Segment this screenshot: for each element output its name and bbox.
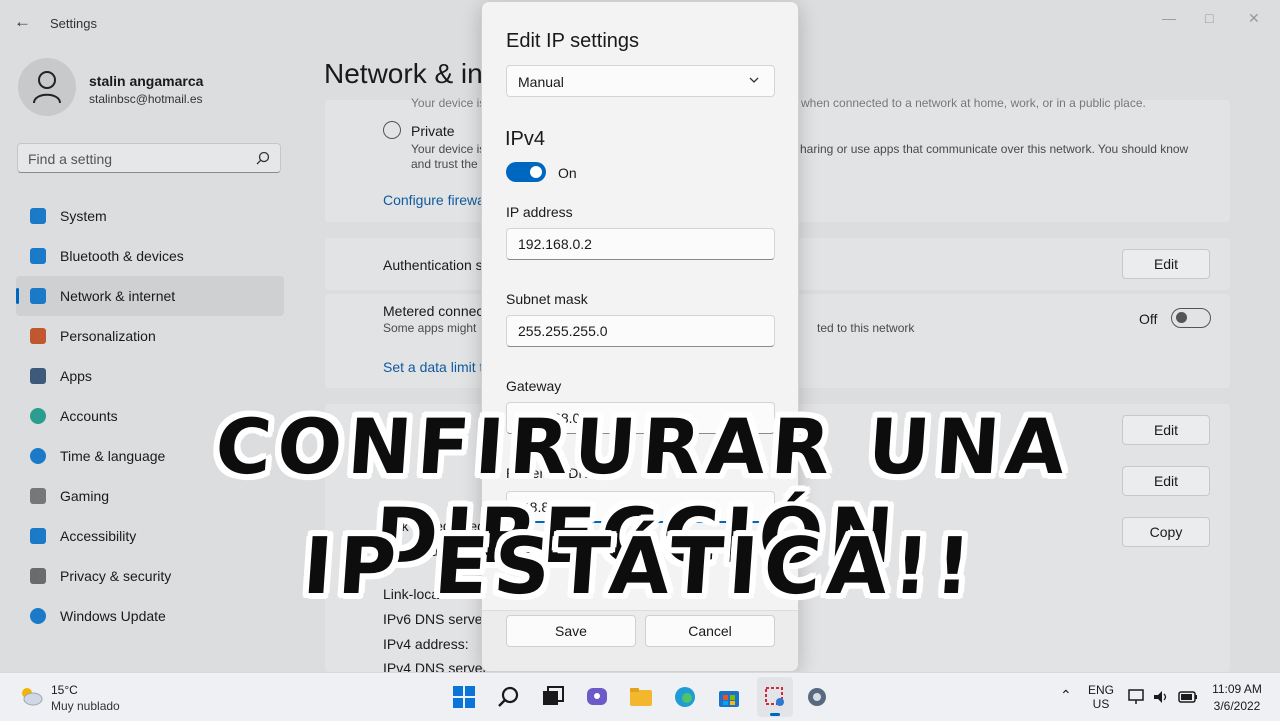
- sidebar-item-apps[interactable]: Apps: [16, 356, 284, 396]
- weather-temp: 15°C: [51, 683, 78, 697]
- search-input[interactable]: Find a setting: [17, 143, 281, 173]
- subnet-mask-value: 255.255.255.0: [518, 323, 608, 339]
- weather-status: Muy nublado: [51, 699, 120, 713]
- metered-desc-right: ted to this network: [817, 321, 915, 335]
- private-label: Private: [411, 123, 455, 139]
- sidebar-item-label: Personalization: [60, 328, 156, 344]
- cancel-button[interactable]: Cancel: [645, 615, 775, 647]
- close-icon[interactable]: ✕: [1248, 10, 1260, 27]
- avatar[interactable]: [18, 58, 76, 116]
- battery-icon[interactable]: [1178, 690, 1198, 704]
- wifi-icon: [30, 288, 46, 304]
- chevron-up-icon[interactable]: ⌃: [1060, 687, 1072, 704]
- edge-icon[interactable]: [673, 685, 697, 709]
- sidebar-item-label: Apps: [60, 368, 92, 384]
- taskbar: 15°C Muy nublado ⌃ ENG US 11:09 AM 3/6/2…: [0, 672, 1280, 721]
- gateway-label: Gateway: [506, 378, 562, 394]
- ipv4-address-label: IPv4 address:: [383, 636, 469, 652]
- bluetooth-icon: [30, 248, 46, 264]
- ip-address-label: IP address: [506, 204, 573, 220]
- cloudy-weather-icon[interactable]: [18, 685, 44, 707]
- store-icon[interactable]: [717, 685, 741, 709]
- metered-state: Off: [1139, 311, 1158, 327]
- private-radio[interactable]: [383, 121, 401, 139]
- sidebar-item-personalization[interactable]: Personalization: [16, 316, 284, 356]
- subnet-mask-field[interactable]: 255.255.255.0: [506, 315, 775, 347]
- selection-indicator: [16, 288, 19, 304]
- window-title: Settings: [50, 16, 97, 31]
- ipv4-header: IPv4: [505, 128, 546, 150]
- back-arrow-icon[interactable]: ←: [14, 12, 34, 32]
- clock-date: 3/6/2022: [1213, 699, 1261, 713]
- user-name: stalin angamarca: [89, 73, 204, 89]
- search-icon[interactable]: [497, 685, 521, 709]
- metered-desc: Some apps might: [383, 321, 477, 335]
- ipv4-toggle-label: On: [558, 165, 577, 181]
- file-explorer-icon[interactable]: [629, 685, 653, 709]
- maximize-icon[interactable]: □: [1205, 10, 1213, 26]
- monitor-icon: [30, 208, 46, 224]
- chat-icon[interactable]: [585, 685, 609, 709]
- chevron-down-icon: [749, 77, 759, 83]
- language-code: ENG: [1087, 683, 1114, 697]
- private-desc: Your device is: [411, 142, 486, 156]
- data-limit-link[interactable]: Set a data limit t: [383, 359, 483, 375]
- language-indicator[interactable]: ENG US: [1087, 683, 1115, 711]
- brush-icon: [30, 328, 46, 344]
- apps-icon: [30, 368, 46, 384]
- ip-mode-dropdown[interactable]: Manual: [506, 65, 775, 97]
- search-placeholder: Find a setting: [28, 151, 113, 167]
- ipv6-dns-label: IPv6 DNS server: [383, 611, 488, 627]
- private-desc-2: and trust the: [411, 157, 478, 171]
- auth-label: Authentication s: [383, 257, 483, 273]
- public-desc: Your device is: [411, 96, 486, 110]
- ip-address-value: 192.168.0.2: [518, 236, 592, 252]
- sidebar-item-label: System: [60, 208, 107, 224]
- sidebar-item-label: Network & internet: [60, 288, 176, 304]
- ipv4-toggle[interactable]: [506, 162, 546, 182]
- private-desc-right: haring or use apps that communicate over…: [800, 142, 1189, 156]
- metered-toggle[interactable]: [1171, 308, 1211, 328]
- sidebar-item-network-internet[interactable]: Network & internet: [16, 276, 284, 316]
- overlay-title-line-2: IP ESTÁTICA!!: [300, 522, 980, 612]
- page-title: Network & in: [324, 58, 483, 89]
- clock[interactable]: 11:09 AM 3/6/2022: [1206, 682, 1268, 713]
- user-email: stalinbsc@hotmail.es: [89, 92, 203, 106]
- save-button[interactable]: Save: [506, 615, 636, 647]
- sidebar-item-label: Bluetooth & devices: [60, 248, 184, 264]
- settings-gear-icon[interactable]: [805, 685, 829, 709]
- ip-address-field[interactable]: 192.168.0.2: [506, 228, 775, 260]
- dialog-title: Edit IP settings: [506, 30, 640, 52]
- ip-mode-value: Manual: [518, 74, 564, 90]
- auth-edit-button[interactable]: Edit: [1122, 249, 1210, 279]
- minimize-icon[interactable]: —: [1162, 10, 1176, 26]
- public-desc-right: when connected to a network at home, wor…: [801, 96, 1146, 110]
- subnet-mask-label: Subnet mask: [506, 291, 588, 307]
- keyboard-region: US: [1092, 697, 1110, 711]
- network-icon[interactable]: [1128, 689, 1146, 705]
- sidebar-item-system[interactable]: System: [16, 196, 284, 236]
- firewall-link[interactable]: Configure firewa: [383, 192, 485, 208]
- metered-label: Metered connec: [383, 303, 484, 319]
- start-icon[interactable]: [452, 685, 476, 709]
- snipping-tool-icon: [765, 687, 784, 706]
- search-icon: [256, 151, 270, 165]
- clock-time: 11:09 AM: [1212, 682, 1262, 696]
- sidebar-item-bluetooth-devices[interactable]: Bluetooth & devices: [16, 236, 284, 276]
- volume-icon[interactable]: [1153, 689, 1169, 705]
- task-view-icon[interactable]: [541, 685, 565, 709]
- snipping-tool-active[interactable]: [757, 677, 793, 717]
- person-icon: [33, 71, 61, 104]
